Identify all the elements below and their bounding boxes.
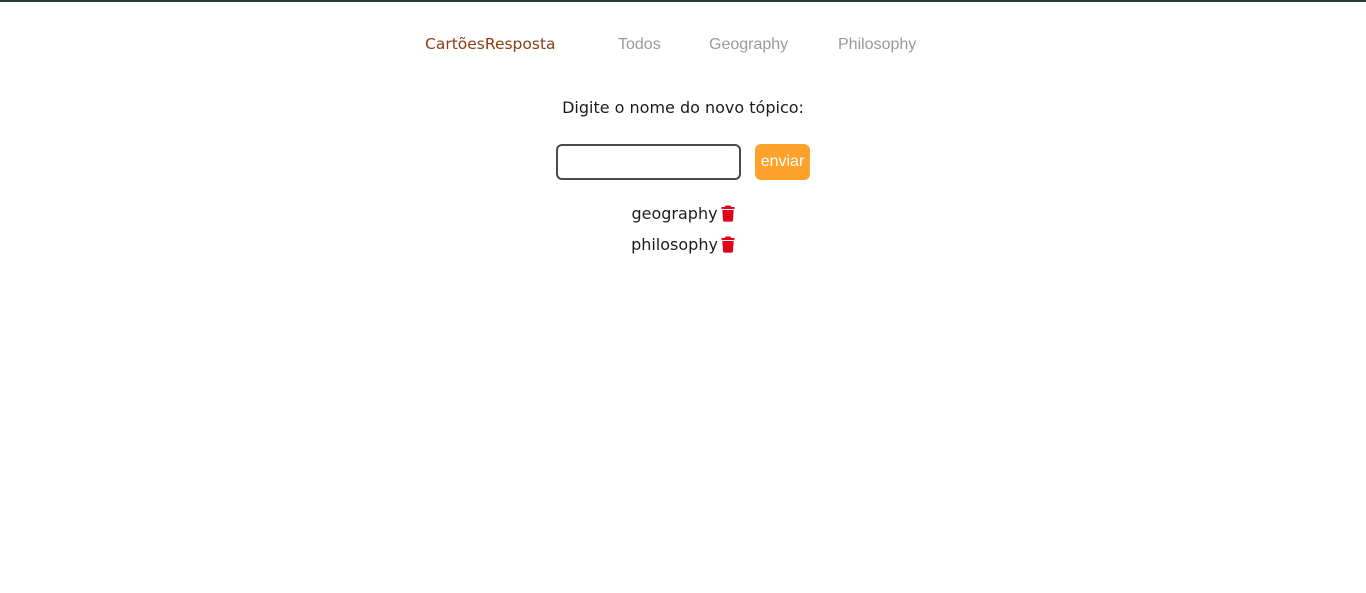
topic-name: geography — [631, 203, 718, 223]
list-item: philosophy — [0, 233, 1366, 264]
trash-icon[interactable] — [721, 205, 735, 222]
nav-link-todos[interactable]: Todos — [618, 34, 661, 56]
top-navigation: CartõesResposta Todos Geography Philosop… — [0, 33, 1366, 57]
brand-part-2: Resposta — [484, 35, 556, 53]
brand-part-1: Cartões — [425, 35, 485, 53]
send-button[interactable]: enviar — [755, 144, 810, 180]
topic-list: geography philosophy — [0, 202, 1366, 264]
trash-icon[interactable] — [721, 236, 735, 253]
topic-name-input[interactable] — [556, 144, 741, 180]
nav-link-philosophy[interactable]: Philosophy — [838, 34, 916, 56]
window-top-border — [0, 0, 1366, 2]
list-item: geography — [0, 202, 1366, 233]
nav-link-geography[interactable]: Geography — [709, 34, 788, 56]
new-topic-prompt: Digite o nome do novo tópico: — [562, 98, 804, 117]
brand-logo-link[interactable]: CartõesResposta — [425, 33, 556, 55]
topic-name: philosophy — [631, 234, 718, 254]
